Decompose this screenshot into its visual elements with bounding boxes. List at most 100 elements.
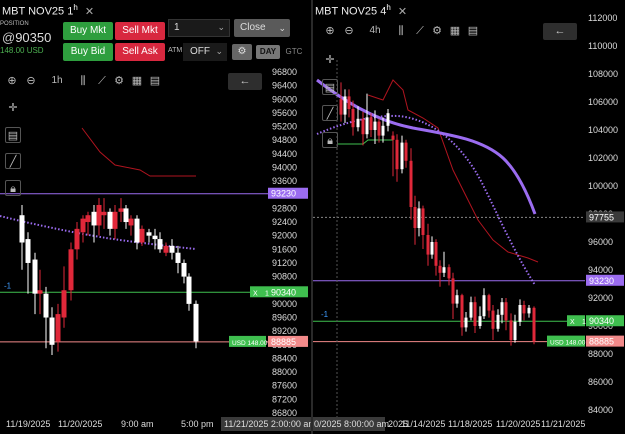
back-arrow-icon[interactable]: ← [228, 73, 262, 90]
chart-canvas-4h[interactable]: 1120001100001080001060001040001020001000… [313, 0, 625, 434]
candle-body [417, 208, 421, 228]
candle-body [49, 317, 55, 345]
price-axis-label: 96000 [272, 94, 297, 104]
crosshair-icon[interactable]: ✛ [5, 100, 21, 116]
crosshair-icon[interactable]: ✛ [322, 52, 338, 68]
chart-panel-4h[interactable]: 112000 110000 108000 106000 104000 102000 1000… [313, 0, 625, 434]
candle-body [404, 142, 408, 161]
chevron-down-icon[interactable]: ⌄ [215, 46, 223, 57]
chart-title: MBT NOV25 4h ✕ [313, 0, 625, 18]
candle-body [157, 239, 163, 250]
candle-body [532, 307, 536, 342]
position-label: POSITION [0, 21, 29, 27]
gear-icon[interactable]: ⚙ [112, 73, 126, 89]
zoom-out-icon[interactable]: ⊖ [342, 23, 356, 39]
candle-body [369, 117, 373, 130]
template-icon[interactable]: ▤ [148, 73, 162, 89]
template-icon[interactable]: ▤ [466, 23, 480, 39]
buy-bid-button[interactable]: Buy Bid [63, 43, 113, 61]
chevron-down-icon[interactable]: ⌄ [278, 19, 286, 37]
price-axis-label: 102000 [588, 153, 618, 163]
lock-icon[interactable]: 🔒︎ [322, 132, 338, 148]
candle-body [107, 211, 113, 229]
time-axis-label: 5:00 pm [181, 419, 214, 429]
candle-body [451, 278, 455, 304]
position-size-label: -1 [321, 310, 329, 319]
line-tool-icon[interactable]: ╱ [5, 153, 21, 169]
candle-body [118, 208, 124, 212]
candle-body [391, 135, 395, 140]
interval-selector[interactable]: 4h [365, 23, 385, 39]
zoom-out-icon[interactable]: ⊖ [24, 73, 38, 89]
position-price-tag: 90340 [271, 287, 296, 297]
position-size-label: -1 [4, 281, 12, 290]
close-position-tag: X [253, 290, 258, 297]
candle-body [518, 305, 522, 322]
candle-body [522, 305, 526, 314]
chevron-down-icon[interactable]: ⌄ [217, 22, 225, 33]
candle-body [500, 302, 504, 315]
close-position-button[interactable]: Close ⌄ [234, 19, 290, 37]
candle-body [447, 267, 451, 279]
candle-body [96, 204, 102, 226]
gear-icon[interactable]: ⚙ [430, 23, 444, 39]
pnl-tag: USD 148.00 [550, 340, 586, 347]
candle-body [152, 235, 158, 240]
zoom-in-icon[interactable]: ⊕ [323, 23, 337, 39]
candlestick-icon[interactable]: ⫼ [76, 73, 90, 89]
indicator-icon[interactable]: ⟋ [413, 23, 427, 39]
order-entry-panel: POSITION @90350 148.00 USD Buy Mkt Sell … [0, 18, 312, 66]
close-icon[interactable]: ✕ [85, 6, 94, 18]
close-position-label: Close [240, 22, 266, 33]
back-arrow-icon[interactable]: ← [543, 23, 577, 40]
candle-body [509, 320, 513, 340]
candle-body [487, 295, 491, 311]
candle-body [442, 267, 446, 273]
line-tool-icon[interactable]: ╱ [322, 105, 338, 121]
notes-icon[interactable]: ▤ [322, 79, 338, 95]
candle-body [43, 293, 49, 318]
price-axis-label: 100000 [588, 181, 618, 191]
time-axis-label: 9:00 am [121, 419, 154, 429]
layout-icon[interactable]: ▦ [130, 73, 144, 89]
pnl-tag: USD 148.00 [232, 340, 268, 347]
candle-body [74, 228, 80, 250]
price-axis-label: 92000 [272, 231, 297, 241]
price-axis-label: 93600 [272, 176, 297, 186]
candle-body [365, 117, 369, 135]
sell-ask-button[interactable]: Sell Ask [115, 43, 165, 61]
price-axis-label: 106000 [588, 97, 618, 107]
buy-market-button[interactable]: Buy Mkt [63, 22, 113, 40]
tif-day-button[interactable]: DAY [256, 45, 280, 59]
candle-body [434, 242, 438, 266]
sell-market-button[interactable]: Sell Mkt [115, 22, 165, 40]
entry-marker-line [337, 139, 393, 145]
price-axis-label: 87200 [272, 394, 297, 404]
quantity-tag: 1 [582, 319, 586, 326]
candle-body [400, 142, 404, 170]
moving-average-fast [316, 114, 536, 286]
notes-icon[interactable]: ▤ [5, 127, 21, 143]
quantity-input[interactable]: 1 ⌄ [168, 19, 230, 37]
candle-body [80, 218, 86, 233]
atm-select[interactable]: OFF ⌄ [183, 43, 227, 61]
tif-gtc-button[interactable]: GTC [282, 45, 306, 59]
layout-icon[interactable]: ▦ [448, 23, 462, 39]
zoom-in-icon[interactable]: ⊕ [5, 73, 19, 89]
chart-panel-1h[interactable]: 96800 96400 96000 95600 95200 94800 94400 94000… [0, 0, 312, 434]
price-axis-label: 89600 [272, 313, 297, 323]
candle-body [409, 160, 413, 207]
indicator-icon[interactable]: ⟋ [95, 73, 109, 89]
candle-body [37, 290, 43, 294]
interval-selector[interactable]: 1h [47, 73, 67, 89]
gear-icon[interactable]: ⚙ [232, 44, 252, 60]
candlestick-icon[interactable]: ⫼ [394, 23, 408, 39]
lock-icon[interactable]: 🔒︎ [5, 180, 21, 196]
chart-title-interval: h [386, 3, 391, 12]
candle-body [455, 295, 459, 304]
close-icon[interactable]: ✕ [398, 6, 407, 18]
candle-body [134, 218, 140, 243]
candle-body [343, 96, 347, 115]
candle-body [146, 232, 152, 236]
candle-body [504, 302, 508, 321]
